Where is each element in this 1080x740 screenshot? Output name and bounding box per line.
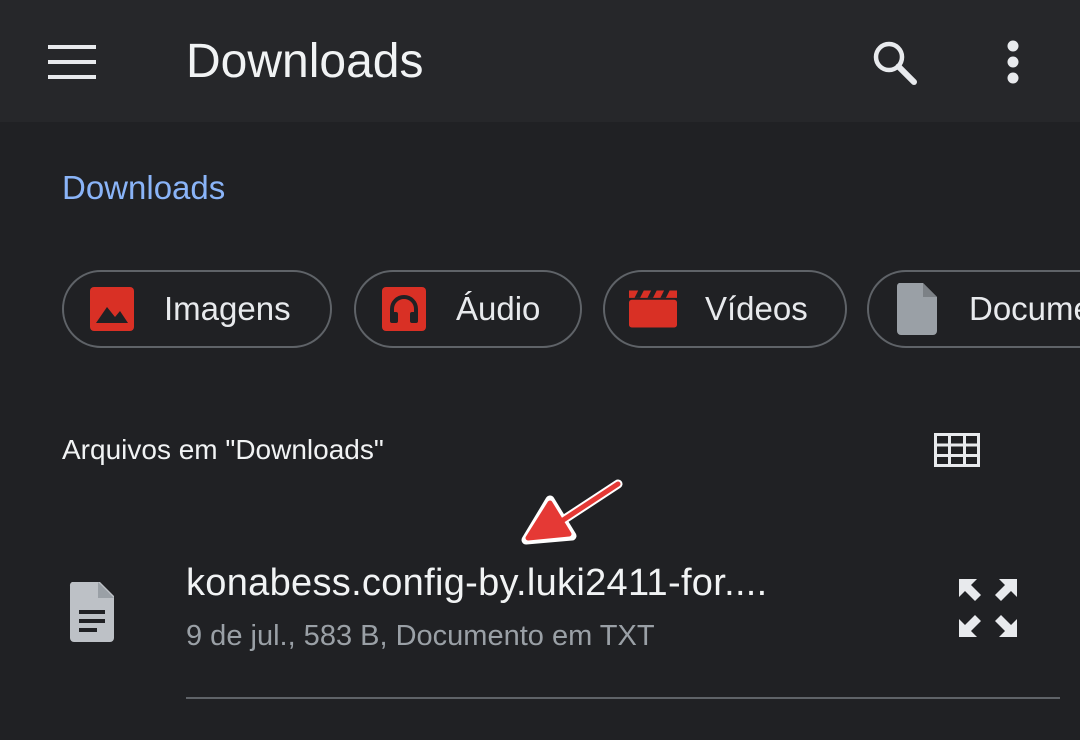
breadcrumb[interactable]: Downloads — [62, 166, 225, 210]
top-app-bar: Downloads — [0, 0, 1080, 122]
chip-images[interactable]: Imagens — [62, 270, 332, 348]
category-chips: Imagens Áudio Vídeos Docum — [0, 270, 1080, 352]
chip-documents[interactable]: Documentos — [867, 270, 1080, 348]
menu-icon — [48, 45, 96, 79]
more-options-button[interactable] — [988, 34, 1038, 90]
chip-videos[interactable]: Vídeos — [603, 270, 847, 348]
file-list-item[interactable]: konabess.config-by.luki2411-for.... 9 de… — [0, 540, 1080, 700]
grid-view-icon — [934, 433, 980, 467]
headphones-icon — [380, 285, 428, 333]
page-title: Downloads — [186, 35, 424, 88]
text-document-icon — [69, 582, 114, 642]
file-details: 9 de jul., 583 B, Documento em TXT — [186, 620, 655, 652]
search-button[interactable] — [862, 34, 926, 90]
more-vert-icon — [1007, 40, 1019, 84]
menu-button[interactable] — [40, 36, 104, 88]
image-icon — [88, 285, 136, 333]
document-icon — [893, 283, 941, 335]
section-title: Arquivos em "Downloads" — [62, 434, 384, 465]
chip-label: Áudio — [456, 290, 541, 327]
chip-label: Imagens — [164, 290, 291, 327]
expand-icon — [959, 579, 1017, 637]
chip-label: Vídeos — [705, 290, 808, 327]
list-divider — [186, 697, 1060, 699]
file-name: konabess.config-by.luki2411-for.... — [186, 562, 768, 604]
chip-audio[interactable]: Áudio — [354, 270, 582, 348]
expand-button[interactable] — [948, 568, 1028, 648]
chip-label: Documentos — [969, 290, 1080, 327]
grid-view-button[interactable] — [926, 424, 988, 476]
search-icon — [873, 41, 917, 85]
movie-icon — [629, 285, 677, 333]
